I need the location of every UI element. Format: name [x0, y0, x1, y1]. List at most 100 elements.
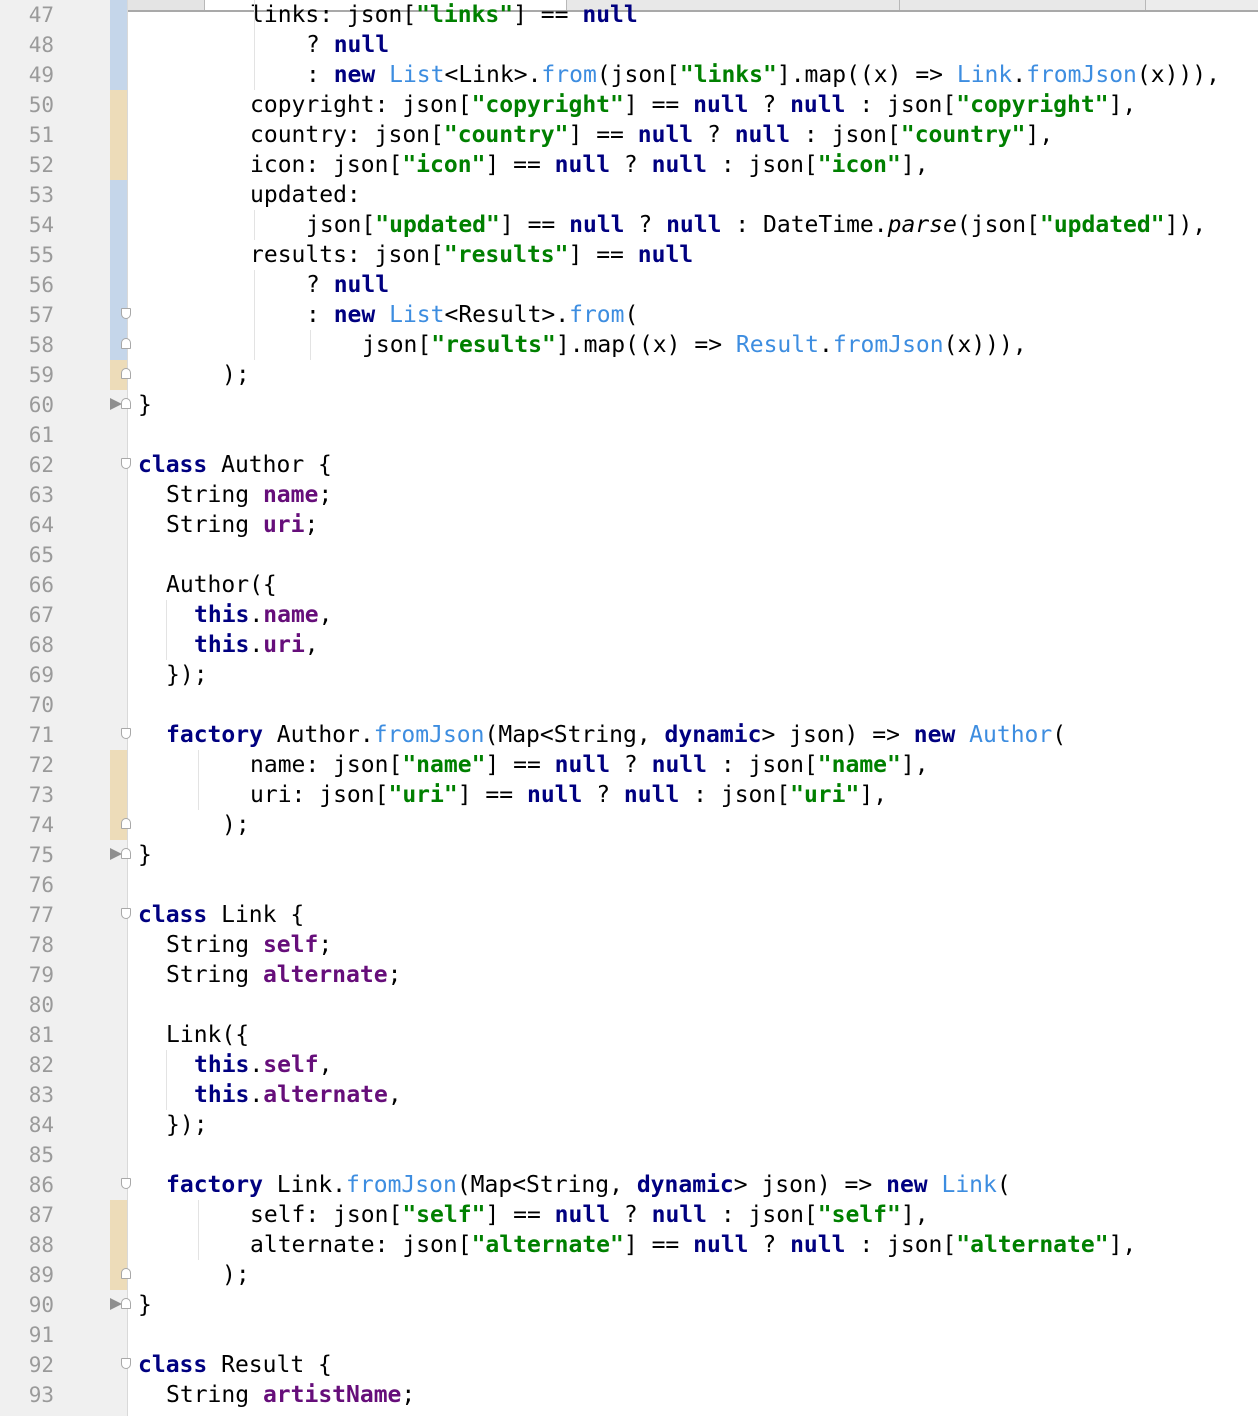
string-literal: "updated"	[1039, 212, 1165, 238]
changed-lines-marker[interactable]	[110, 240, 127, 270]
added-lines-marker[interactable]	[110, 150, 127, 180]
fold-start-icon[interactable]	[121, 728, 131, 739]
code-token: ,	[387, 1082, 402, 1108]
added-lines-marker[interactable]	[110, 1200, 127, 1230]
code-line[interactable]: 72 name: json["name"] == null ? null : js…	[0, 750, 1258, 780]
added-lines-marker[interactable]	[110, 780, 127, 810]
code-line[interactable]: 51 country: json["country"] == null ? nul…	[0, 120, 1258, 150]
code-line[interactable]: 58 json["results"].map((x) => Result.from…	[0, 330, 1258, 360]
code-line[interactable]: 92 class Result {	[0, 1350, 1258, 1380]
code-line[interactable]: 75}	[0, 840, 1258, 870]
fold-start-icon[interactable]	[121, 1358, 131, 1369]
code-line[interactable]: 62 class Author {	[0, 450, 1258, 480]
code-line[interactable]: 54 json["updated"] == null ? null : DateT…	[0, 210, 1258, 240]
code-line[interactable]: 47 links: json["links"] == null	[0, 0, 1258, 30]
code-text: Author({	[166, 570, 277, 600]
line-number: 62	[28, 453, 54, 477]
code-line[interactable]: 70	[0, 690, 1258, 720]
code-line[interactable]: 48? null	[0, 30, 1258, 60]
code-line[interactable]: 80	[0, 990, 1258, 1020]
code-line[interactable]: 60}	[0, 390, 1258, 420]
added-lines-marker[interactable]	[110, 90, 127, 120]
code-line[interactable]: 69});	[0, 660, 1258, 690]
code-line[interactable]: 65	[0, 540, 1258, 570]
code-line[interactable]: 84});	[0, 1110, 1258, 1140]
code-line[interactable]: 83 this.alternate,	[0, 1080, 1258, 1110]
changed-lines-marker[interactable]	[110, 210, 127, 240]
code-line[interactable]: 86 factory Link.fromJson(Map<String, dyna…	[0, 1170, 1258, 1200]
code-line[interactable]: 71 factory Author.fromJson(Map<String, dy…	[0, 720, 1258, 750]
code-line[interactable]: 55 results: json["results"] == null	[0, 240, 1258, 270]
changed-lines-marker[interactable]	[110, 180, 127, 210]
code-line[interactable]: 49: new List<Link>.from(json["links"].ma…	[0, 60, 1258, 90]
fold-end-icon[interactable]	[121, 818, 131, 829]
code-text: String alternate;	[166, 960, 401, 990]
fold-end-icon[interactable]	[121, 368, 131, 379]
fold-start-icon[interactable]	[121, 458, 131, 469]
fold-end-icon[interactable]	[121, 1298, 131, 1309]
line-number: 77	[28, 903, 54, 927]
line-number: 80	[28, 993, 54, 1017]
code-line[interactable]: 74);	[0, 810, 1258, 840]
keyword-token: null	[637, 122, 694, 148]
code-token: (	[1052, 722, 1067, 748]
code-line[interactable]: 93 String artistName;	[0, 1380, 1258, 1410]
fold-start-icon[interactable]	[121, 1178, 131, 1189]
code-line[interactable]: 57: new List<Result>.from(	[0, 300, 1258, 330]
code-token: ] ==	[485, 752, 555, 778]
changed-lines-marker[interactable]	[110, 0, 127, 30]
code-line[interactable]: 66 Author({	[0, 570, 1258, 600]
added-lines-marker[interactable]	[110, 750, 127, 780]
keyword-token: class	[138, 1352, 208, 1378]
code-line[interactable]: 78 String self;	[0, 930, 1258, 960]
code-line[interactable]: 76	[0, 870, 1258, 900]
code-token: name: json[	[250, 752, 403, 778]
code-line[interactable]: 88 alternate: json["alternate"] == null ?…	[0, 1230, 1258, 1260]
fold-end-icon[interactable]	[121, 338, 131, 349]
keyword-token: null	[582, 2, 638, 28]
added-lines-marker[interactable]	[110, 120, 127, 150]
keyword-token: this	[194, 1052, 250, 1078]
code-line[interactable]: 52 icon: json["icon"] == null ? null : js…	[0, 150, 1258, 180]
code-text: String name;	[166, 480, 332, 510]
code-line[interactable]: 50 copyright: json["copyright"] == null ?…	[0, 90, 1258, 120]
code-line[interactable]: 64 String uri;	[0, 510, 1258, 540]
code-line[interactable]: 73 uri: json["uri"] == null ? null : json…	[0, 780, 1258, 810]
code-line[interactable]: 85	[0, 1140, 1258, 1170]
code-line[interactable]: 77 class Link {	[0, 900, 1258, 930]
fold-end-icon[interactable]	[121, 848, 131, 859]
code-token: ] ==	[568, 242, 638, 268]
fold-start-icon[interactable]	[121, 308, 131, 319]
code-line[interactable]: 87 self: json["self"] == null ? null : js…	[0, 1200, 1258, 1230]
code-line[interactable]: 67 this.name,	[0, 600, 1258, 630]
changed-lines-marker[interactable]	[110, 60, 127, 90]
code-line[interactable]: 79 String alternate;	[0, 960, 1258, 990]
code-line[interactable]: 53 updated:	[0, 180, 1258, 210]
code-token: }	[138, 1292, 152, 1318]
code-line[interactable]: 56? null	[0, 270, 1258, 300]
keyword-token: null	[651, 1202, 707, 1228]
fold-end-icon[interactable]	[121, 1268, 131, 1279]
line-number: 78	[28, 933, 54, 957]
code-text: String artistName;	[166, 1380, 415, 1410]
fold-end-icon[interactable]	[121, 398, 131, 409]
added-lines-marker[interactable]	[110, 1230, 127, 1260]
code-token: : json[	[679, 782, 791, 808]
changed-lines-marker[interactable]	[110, 270, 127, 300]
code-line[interactable]: 82 this.self,	[0, 1050, 1258, 1080]
code-token: ?	[610, 1202, 652, 1228]
code-line[interactable]: 61	[0, 420, 1258, 450]
code-line[interactable]: 90}	[0, 1290, 1258, 1320]
code-token: (Map<String,	[484, 722, 665, 748]
fold-start-icon[interactable]	[121, 908, 131, 919]
code-line[interactable]: 59);	[0, 360, 1258, 390]
changed-lines-marker[interactable]	[110, 30, 127, 60]
code-line[interactable]: 89);	[0, 1260, 1258, 1290]
code-text: this.self,	[194, 1050, 333, 1080]
code-token: ].map((x) =>	[776, 62, 957, 88]
code-line[interactable]: 81 Link({	[0, 1020, 1258, 1050]
field-name: self	[263, 1052, 319, 1078]
code-line[interactable]: 68 this.uri,	[0, 630, 1258, 660]
code-line[interactable]: 63 String name;	[0, 480, 1258, 510]
code-line[interactable]: 91	[0, 1320, 1258, 1350]
